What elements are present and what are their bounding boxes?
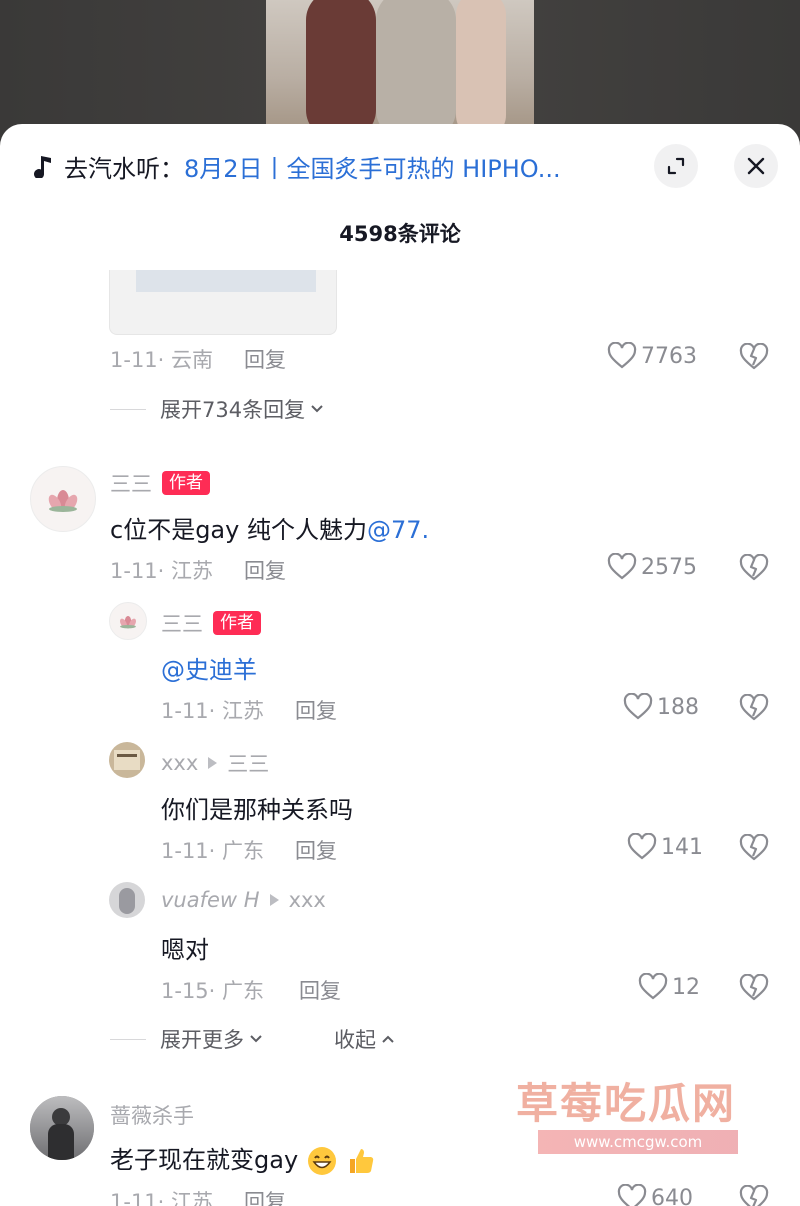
- broken-heart-icon[interactable]: [739, 554, 769, 582]
- lotus-icon: [48, 490, 78, 512]
- author-badge: 作者: [213, 611, 261, 635]
- avatar[interactable]: [109, 602, 147, 640]
- like-button[interactable]: 188: [623, 693, 699, 721]
- username: vuafew H: [161, 888, 260, 912]
- comment-text: c位不是gay 纯个人魅力@77.: [110, 510, 429, 545]
- video-figure: [306, 0, 376, 130]
- shrink-icon: [667, 157, 685, 175]
- collapse-button[interactable]: 收起: [334, 1024, 396, 1054]
- mention-link[interactable]: @史迪羊: [161, 650, 257, 685]
- broken-heart-icon[interactable]: [739, 834, 769, 862]
- avatar[interactable]: [109, 882, 145, 918]
- expand-more-button[interactable]: 展开更多: [110, 1024, 264, 1054]
- comment-image[interactable]: [109, 270, 337, 335]
- avatar[interactable]: [30, 1096, 94, 1160]
- lotus-icon: [119, 615, 137, 629]
- heart-outline-icon: [617, 1184, 647, 1206]
- reply-button[interactable]: 回复: [244, 344, 286, 374]
- reply-to-user: xxx: [288, 888, 326, 912]
- reply-meta: 1-11· 广东: [161, 839, 265, 863]
- reply-button[interactable]: 回复: [244, 1186, 286, 1206]
- chevron-down-icon: [311, 405, 323, 413]
- watermark-brand: 草莓吃瓜网: [516, 1079, 737, 1128]
- comment-count: 4598条评论: [339, 222, 461, 246]
- reply-button[interactable]: 回复: [295, 695, 337, 725]
- broken-heart-icon[interactable]: [739, 974, 769, 1002]
- music-note-icon: [34, 156, 51, 178]
- comment-meta: 1-11· 江苏: [110, 559, 214, 583]
- reply-button[interactable]: 回复: [244, 555, 286, 585]
- grinning-emoji-icon: [307, 1147, 336, 1175]
- like-button[interactable]: 7763: [607, 342, 697, 370]
- comment-body: c位不是gay 纯个人魅力: [110, 516, 367, 544]
- comment-author[interactable]: 蔷薇杀手: [110, 1100, 194, 1130]
- reply-to-user: 三三: [227, 752, 270, 776]
- author-badge: 作者: [162, 471, 210, 495]
- username: 三三: [110, 472, 152, 496]
- close-button[interactable]: [734, 144, 778, 188]
- music-prefix: 去汽水听：: [64, 154, 184, 183]
- reply-text: 嗯对: [161, 936, 209, 964]
- video-figure: [376, 0, 456, 130]
- avatar[interactable]: [109, 742, 145, 778]
- reply-meta: 1-15· 广东: [161, 979, 265, 1003]
- comment-text: 老子现在就变gay: [110, 1140, 377, 1177]
- reply-author[interactable]: 三三 作者: [161, 608, 261, 638]
- like-count: 141: [661, 834, 703, 860]
- like-count: 188: [657, 694, 699, 720]
- video-thumbnail[interactable]: [266, 0, 534, 130]
- chevron-up-icon: [382, 1035, 394, 1043]
- heart-outline-icon: [607, 553, 637, 580]
- reply-author[interactable]: xxx 三三: [161, 748, 269, 778]
- chevron-down-icon: [250, 1035, 262, 1043]
- broken-heart-icon[interactable]: [739, 694, 769, 722]
- like-count: 2575: [641, 554, 697, 580]
- like-button[interactable]: 12: [638, 973, 700, 1001]
- username: 三三: [161, 612, 203, 636]
- music-title: 8月2日丨全国炙手可热的 HIPHO...: [184, 154, 561, 183]
- mention-link[interactable]: @77.: [367, 516, 429, 544]
- broken-heart-icon[interactable]: [739, 1185, 769, 1206]
- collapse-label: 收起: [334, 1028, 376, 1052]
- reply-to-arrow-icon: [208, 757, 218, 769]
- comment-meta: 1-11· 云南: [110, 348, 214, 372]
- like-button[interactable]: 640: [617, 1184, 693, 1206]
- heart-outline-icon: [638, 973, 668, 1000]
- expand-label: 展开734条回复: [160, 398, 306, 422]
- reply-to-arrow-icon: [269, 894, 279, 906]
- reply-meta: 1-11· 江苏: [161, 699, 265, 723]
- username: xxx: [161, 751, 199, 775]
- like-button[interactable]: 2575: [607, 553, 697, 581]
- reply-author[interactable]: vuafew H xxx: [161, 888, 326, 912]
- reply-button[interactable]: 回复: [299, 975, 341, 1005]
- expand-replies-button[interactable]: 展开734条回复: [110, 394, 325, 424]
- expand-more-label: 展开更多: [160, 1028, 244, 1052]
- username: 蔷薇杀手: [110, 1104, 194, 1128]
- reply-text: 你们是那种关系吗: [161, 796, 353, 824]
- comment-author[interactable]: 三三 作者: [110, 468, 210, 498]
- heart-outline-icon: [627, 833, 657, 860]
- comment-body: 老子现在就变gay: [110, 1146, 299, 1174]
- like-count: 12: [672, 974, 700, 1000]
- heart-outline-icon: [623, 693, 653, 720]
- thumbs-up-emoji-icon: [350, 1149, 374, 1173]
- like-count: 640: [651, 1185, 693, 1206]
- reply-button[interactable]: 回复: [295, 835, 337, 865]
- music-link[interactable]: 去汽水听： 8月2日丨全国炙手可热的 HIPHO...: [32, 150, 600, 183]
- avatar[interactable]: [30, 466, 96, 532]
- broken-heart-icon[interactable]: [739, 343, 769, 371]
- shrink-button[interactable]: [654, 144, 698, 188]
- like-button[interactable]: 141: [627, 833, 703, 861]
- comment-meta: 1-11· 江苏: [110, 1190, 214, 1206]
- close-icon: [747, 157, 765, 175]
- heart-outline-icon: [607, 342, 637, 369]
- video-figure: [456, 0, 506, 130]
- like-count: 7763: [641, 343, 697, 369]
- watermark-url: www.cmcgw.com: [538, 1130, 738, 1154]
